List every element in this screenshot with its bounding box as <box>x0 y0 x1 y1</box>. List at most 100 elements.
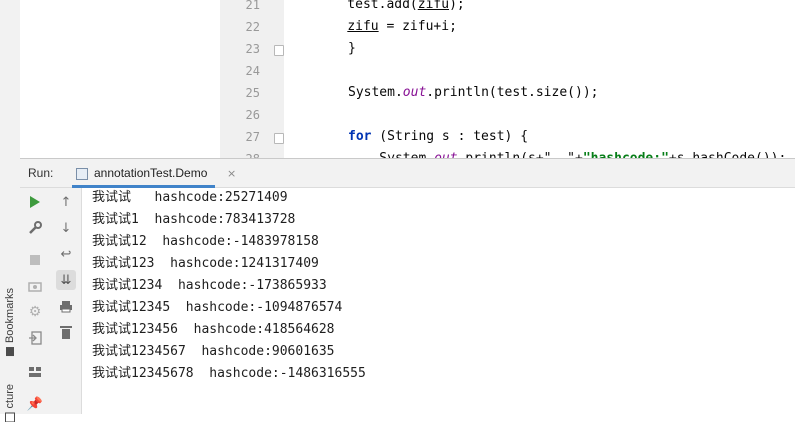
fold-marker-icon[interactable] <box>274 133 284 144</box>
bookmarks-tool-window[interactable]: Bookmarks <box>1 288 19 357</box>
console-line-prefix: 我试试 <box>92 344 132 359</box>
bookmark-icon <box>6 347 14 357</box>
code-token: out <box>434 151 457 158</box>
run-tab-annotation-demo[interactable]: annotationTest.Demo × <box>72 159 236 188</box>
run-tab-title: annotationTest.Demo <box>94 166 208 180</box>
console-line-prefix: 我试试 <box>92 190 132 205</box>
console-line-text: hashcode:25271409 <box>131 190 288 205</box>
console-line-prefix: 我试试 <box>92 256 132 271</box>
stop-button[interactable] <box>25 250 45 270</box>
code-token: test.add( <box>316 0 418 12</box>
console-line: 我试试123456 hashcode:418564628 <box>92 319 335 341</box>
console-line-prefix: 我试试 <box>92 300 132 315</box>
console-line-prefix: 我试试 <box>92 322 132 337</box>
wrench-icon <box>29 221 42 234</box>
left-tool-strip: Bookmarks cture <box>0 0 21 422</box>
console-output[interactable]: 我试试 hashcode:25271409 我试试1 hashcode:78341… <box>82 188 795 414</box>
editor-gutter: 21 22 23 24 25 26 27 28 <box>220 0 284 158</box>
console-line-text: 123 hashcode:1241317409 <box>131 256 319 271</box>
code-area[interactable]: test.add(zifu); zifu = zifu+i;} System.ou… <box>284 0 795 158</box>
code-line: zifu = zifu+i; <box>316 16 457 38</box>
console-line-text: 1234567 hashcode:90601635 <box>131 344 335 359</box>
code-token: System. <box>348 151 434 158</box>
soft-wrap-icon: ↩ <box>60 246 72 262</box>
printer-icon <box>60 300 72 312</box>
line-number: 22 <box>245 20 260 34</box>
code-line: } <box>348 38 356 60</box>
code-line: for (String s : test) { <box>348 126 528 148</box>
line-number: 28 <box>220 148 260 158</box>
trash-icon <box>60 326 72 339</box>
scroll-up-button[interactable]: ↑ <box>56 192 76 212</box>
stop-icon <box>30 255 40 265</box>
structure-tool-window[interactable]: cture <box>1 384 19 422</box>
print-button[interactable] <box>56 296 76 316</box>
arrow-up-icon: ↑ <box>60 194 72 210</box>
console-line-prefix: 我试试 <box>92 366 132 381</box>
console-line-text: 1234 hashcode:-173865933 <box>131 278 327 293</box>
console-line-text: 123456 hashcode:418564628 <box>131 322 335 337</box>
line-number: 27 <box>245 130 260 144</box>
clear-all-button[interactable] <box>56 322 76 342</box>
code-token: zifu <box>417 0 450 12</box>
pin-tab-button[interactable]: 📌 <box>25 394 45 414</box>
code-token: .println(s+" "+ <box>458 151 583 158</box>
restore-layout-button[interactable] <box>25 328 45 348</box>
code-token: .println(test.size()); <box>426 85 599 100</box>
run-toolbar-secondary: ↑ ↓ ↩ ⇊ <box>51 188 82 414</box>
console-line: 我试试12 hashcode:-1483978158 <box>92 231 319 253</box>
line-number: 21 <box>245 0 260 12</box>
code-token: zifu <box>347 19 379 34</box>
code-token: +s.hashCode()); <box>669 151 786 158</box>
console-line: 我试试 hashcode:25271409 <box>92 188 288 209</box>
console-line-prefix: 我试试 <box>92 278 132 293</box>
console-line-text: 1 hashcode:783413728 <box>131 212 296 227</box>
camera-icon <box>28 282 42 292</box>
console-line: 我试试1234567 hashcode:90601635 <box>92 341 335 363</box>
scroll-to-end-icon: ⇊ <box>60 272 72 288</box>
rerun-button[interactable] <box>25 192 45 212</box>
code-token: ); <box>449 0 465 12</box>
run-config-icon <box>76 168 88 180</box>
structure-label: cture <box>4 384 16 409</box>
console-line-text: 12345678 hashcode:-1486316555 <box>131 366 366 381</box>
gear-icon: ⚙ <box>28 304 42 320</box>
console-line: 我试试1 hashcode:783413728 <box>92 209 295 231</box>
console-line-prefix: 我试试 <box>92 234 132 249</box>
code-token: "hashcode:" <box>583 151 669 158</box>
code-token: System. <box>348 85 403 100</box>
layout-button[interactable] <box>25 362 45 382</box>
code-editor[interactable]: 2122232425262728 test.add(zifu); zifu = … <box>20 0 795 158</box>
fold-marker-icon[interactable] <box>274 45 284 56</box>
line-number: 25 <box>245 86 260 100</box>
soft-wrap-button[interactable]: ↩ <box>56 244 76 264</box>
line-number: 26 <box>245 108 260 122</box>
dump-threads-button[interactable] <box>25 276 45 296</box>
line-number: 23 <box>245 42 260 56</box>
code-token: = zifu+i; <box>378 19 457 34</box>
console-line: 我试试12345678 hashcode:-1486316555 <box>92 363 366 385</box>
scroll-down-button[interactable]: ↓ <box>56 218 76 238</box>
run-tool-window-header: Run: annotationTest.Demo × <box>20 158 795 188</box>
modify-run-config-button[interactable] <box>25 218 45 238</box>
console-line: 我试试1234 hashcode:-173865933 <box>92 275 327 297</box>
code-line: System.out.println(test.size()); <box>348 82 598 104</box>
console-line: 我试试123 hashcode:1241317409 <box>92 253 319 275</box>
console-line-text: 12 hashcode:-1483978158 <box>131 234 319 249</box>
code-token: } <box>348 41 356 56</box>
console-line: 我试试12345 hashcode:-1094876574 <box>92 297 342 319</box>
scroll-to-end-button[interactable]: ⇊ <box>56 270 76 290</box>
exit-icon <box>29 331 42 345</box>
console-line-prefix: 我试试 <box>92 212 132 227</box>
code-line: test.add(zifu); <box>316 0 465 16</box>
close-tab-icon[interactable]: × <box>227 167 236 180</box>
layout-icon <box>29 367 41 377</box>
console-line-text: 12345 hashcode:-1094876574 <box>131 300 343 315</box>
arrow-down-icon: ↓ <box>60 220 72 236</box>
code-token: for <box>348 129 372 144</box>
bookmarks-label: Bookmarks <box>4 288 16 344</box>
run-label: Run: <box>28 166 54 180</box>
settings-button[interactable]: ⚙ <box>25 302 45 322</box>
pin-icon: 📌 <box>26 396 44 412</box>
